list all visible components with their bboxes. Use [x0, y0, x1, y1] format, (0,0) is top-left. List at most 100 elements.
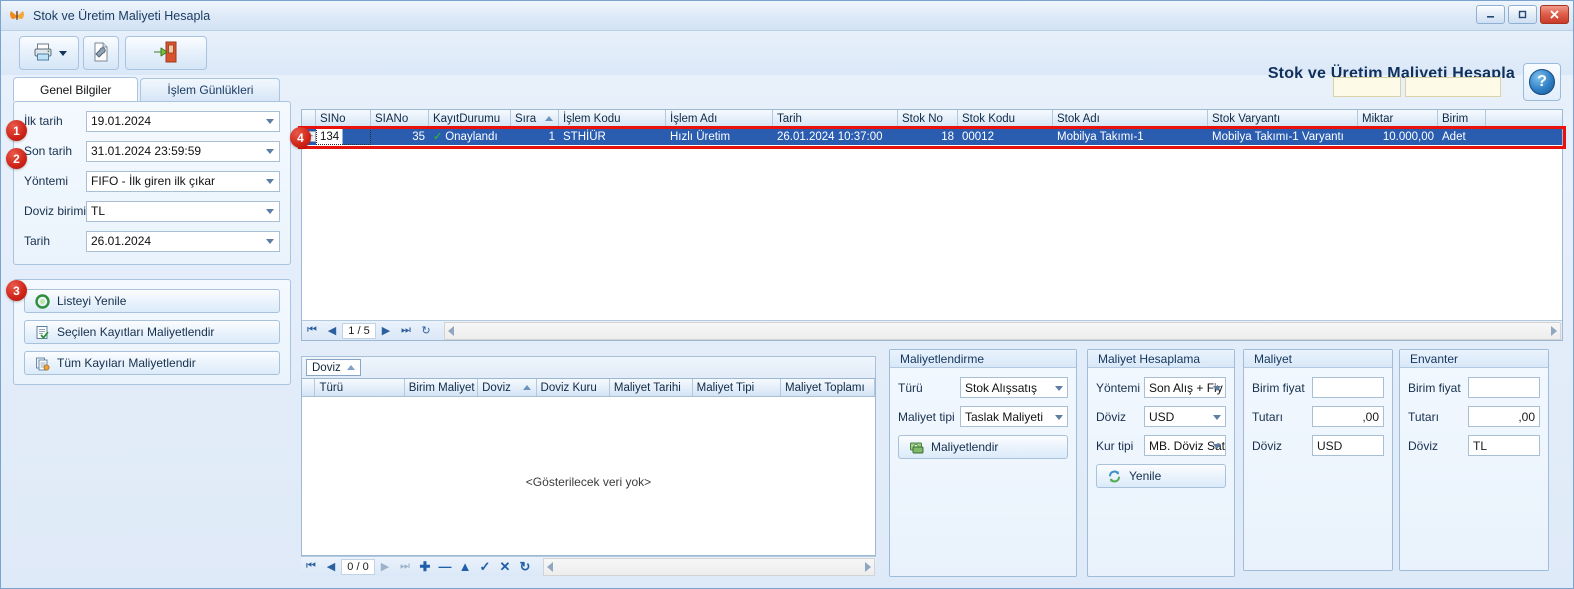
scroll-left-icon[interactable]: [448, 325, 454, 336]
doviz-birimi-select[interactable]: TL: [86, 200, 280, 222]
column-header-sıra[interactable]: Sıra: [511, 110, 559, 127]
last-page-button[interactable]: ⏭: [396, 324, 416, 337]
column-header-birim-maliyet[interactable]: Birim Maliyet: [405, 379, 479, 396]
column-header-i̇şlem-adı[interactable]: İşlem Adı: [666, 110, 773, 127]
maximize-button[interactable]: [1508, 5, 1537, 24]
yontemi-select[interactable]: FIFO - İlk giren ilk çıkar: [86, 170, 280, 192]
hesaplama-yontemi-select[interactable]: Son Alış + Fiy: [1144, 377, 1226, 398]
main-grid-hscrollbar[interactable]: [444, 321, 1561, 340]
column-header-doviz[interactable]: Doviz: [478, 379, 537, 396]
field-label: Yöntemi: [1096, 380, 1141, 395]
help-button[interactable]: ?: [1523, 63, 1561, 101]
first-record-button[interactable]: ⏮: [301, 560, 321, 573]
envanter-tutari-input[interactable]: ,00: [1468, 406, 1540, 427]
envanter-doviz-input[interactable]: TL: [1468, 435, 1540, 456]
column-header-maliyet-toplamı[interactable]: Maliyet Toplamı: [781, 379, 875, 396]
column-header-stok-varyantı[interactable]: Stok Varyantı: [1208, 110, 1358, 127]
yenile-button[interactable]: Yenile: [1096, 464, 1226, 488]
column-header-siano[interactable]: SIANo: [371, 110, 429, 127]
next-record-button[interactable]: ▶: [375, 560, 395, 573]
column-header-kayıtdurumu[interactable]: KayıtDurumu: [429, 110, 511, 127]
column-header-label: Doviz: [482, 381, 511, 394]
column-header-maliyet-tarihi[interactable]: Maliyet Tarihi: [610, 379, 693, 396]
maliyetlendirme-maliyet-tipi-select[interactable]: Taslak Maliyeti: [960, 406, 1068, 427]
scroll-right-icon[interactable]: [1551, 325, 1557, 336]
close-button[interactable]: [1540, 5, 1569, 24]
prev-page-button[interactable]: ◀: [322, 324, 342, 337]
print-button[interactable]: [19, 36, 79, 70]
sort-ascending-icon: [522, 385, 531, 390]
hesaplama-kur-tipi-row: Kur tipi MB. Döviz Satı: [1096, 435, 1226, 456]
hesaplama-doviz-select[interactable]: USD: [1144, 406, 1226, 427]
column-header-stok-adı[interactable]: Stok Adı: [1053, 110, 1208, 127]
row-selector-header: [302, 379, 316, 396]
field-label: Tutarı: [1408, 409, 1439, 424]
preferences-button[interactable]: [83, 36, 119, 70]
tab-genel-bilgiler[interactable]: Genel Bilgiler: [13, 77, 139, 101]
cancel-edit-button[interactable]: ✕: [495, 559, 515, 575]
actions-group: Listeyi Yenile Seçilen Kayıtları Maliyet…: [13, 279, 291, 385]
column-header-i̇şlem-kodu[interactable]: İşlem Kodu: [559, 110, 666, 127]
column-header-label: Maliyet Tipi: [696, 381, 755, 394]
maliyet-birim-fiyat-input[interactable]: [1312, 377, 1384, 398]
maliyet-doviz-input[interactable]: USD: [1312, 435, 1384, 456]
scroll-right-icon[interactable]: [865, 561, 871, 572]
main-grid-navigator: ⏮ ◀ 1 / 5 ▶ ⏭ ↻: [302, 320, 1562, 340]
ilk-tarih-input[interactable]: 19.01.2024: [86, 110, 280, 132]
detail-grid: Türü Birim Maliyet Doviz Doviz Kuru Maliyet …: [301, 378, 876, 556]
listeyi-yenile-button[interactable]: Listeyi Yenile: [24, 289, 280, 313]
header-field-1[interactable]: [1333, 77, 1401, 97]
move-up-button[interactable]: ▲: [455, 559, 475, 574]
envanter-birim-fiyat-input[interactable]: [1468, 377, 1540, 398]
next-page-button[interactable]: ▶: [376, 324, 396, 337]
group-chip-doviz[interactable]: Doviz: [306, 359, 361, 376]
column-header-birim[interactable]: Birim: [1438, 110, 1486, 127]
chevron-down-icon: [1213, 443, 1221, 449]
chevron-down-icon: [266, 239, 274, 244]
main-grid-header: SINo SIANo KayıtDurumu Sıra İşlem Kodu İşlem …: [302, 110, 1562, 128]
scroll-left-icon[interactable]: [547, 561, 553, 572]
hesaplama-kur-tipi-select[interactable]: MB. Döviz Satı: [1144, 435, 1226, 456]
refresh-grid-button[interactable]: ↻: [416, 324, 436, 337]
table-row[interactable]: +13435✓Onaylandı1STHİÜRHızlı Üretim26.01…: [302, 128, 1562, 145]
field-label: Birim fiyat: [1408, 380, 1461, 395]
main-grid-body: +13435✓Onaylandı1STHİÜRHızlı Üretim26.01…: [302, 128, 1562, 145]
header-field-2[interactable]: [1405, 77, 1501, 97]
column-header-türü[interactable]: Türü: [315, 379, 405, 396]
secilen-kayitlari-maliyetlendir-button[interactable]: Seçilen Kayıtları Maliyetlendir: [24, 320, 280, 344]
column-header-maliyet-tipi[interactable]: Maliyet Tipi: [693, 379, 782, 396]
confirm-edit-button[interactable]: ✓: [475, 559, 495, 575]
minimize-button[interactable]: [1476, 5, 1505, 24]
column-header-sino[interactable]: SINo: [316, 110, 371, 127]
column-header-stok-no[interactable]: Stok No: [898, 110, 958, 127]
column-header-tarih[interactable]: Tarih: [773, 110, 898, 127]
maliyet-hesaplama-panel: Maliyet Hesaplama Yöntemi Son Alış + Fiy…: [1087, 349, 1235, 577]
first-page-button[interactable]: ⏮: [302, 324, 322, 337]
tum-kayilari-maliyetlendir-button[interactable]: Tüm Kayıları Maliyetlendir: [24, 351, 280, 375]
maliyetlendir-button[interactable]: Maliyetlendir: [898, 435, 1068, 459]
hesaplama-yontemi-row: Yöntemi Son Alış + Fiy: [1096, 377, 1226, 398]
column-header-stok-kodu[interactable]: Stok Kodu: [958, 110, 1053, 127]
tab-bar: Genel Bilgiler İşlem Günlükleri: [13, 77, 282, 101]
page-indicator: 1 / 5: [342, 322, 376, 339]
detail-grid-hscrollbar[interactable]: [543, 557, 875, 576]
last-record-button[interactable]: ⏭: [395, 560, 415, 573]
chevron-down-icon: [266, 119, 274, 124]
exit-button[interactable]: [125, 36, 207, 70]
maliyetlendirme-turu-select[interactable]: Stok Alışsatış: [960, 377, 1068, 398]
filter-label: Doviz birimi: [24, 204, 87, 218]
printer-icon: [32, 41, 54, 66]
maliyet-tutari-input[interactable]: ,00: [1312, 406, 1384, 427]
column-header-label: Miktar: [1362, 112, 1394, 125]
son-tarih-input[interactable]: 31.01.2024 23:59:59: [86, 140, 280, 162]
tab-islem-gunlukleri[interactable]: İşlem Günlükleri: [140, 78, 281, 101]
refresh-detail-button[interactable]: ↻: [515, 559, 535, 575]
add-record-button[interactable]: ✚: [415, 559, 435, 575]
prev-record-button[interactable]: ◀: [321, 560, 341, 573]
column-header-miktar[interactable]: Miktar: [1358, 110, 1438, 127]
remove-record-button[interactable]: —: [435, 559, 455, 574]
tarih-input[interactable]: 26.01.2024: [86, 230, 280, 252]
filter-row-son-tarih: Son tarih 31.01.2024 23:59:59: [24, 140, 280, 162]
column-header-doviz-kuru[interactable]: Doviz Kuru: [537, 379, 610, 396]
detail-grid-header: Türü Birim Maliyet Doviz Doviz Kuru Maliyet …: [302, 379, 875, 397]
